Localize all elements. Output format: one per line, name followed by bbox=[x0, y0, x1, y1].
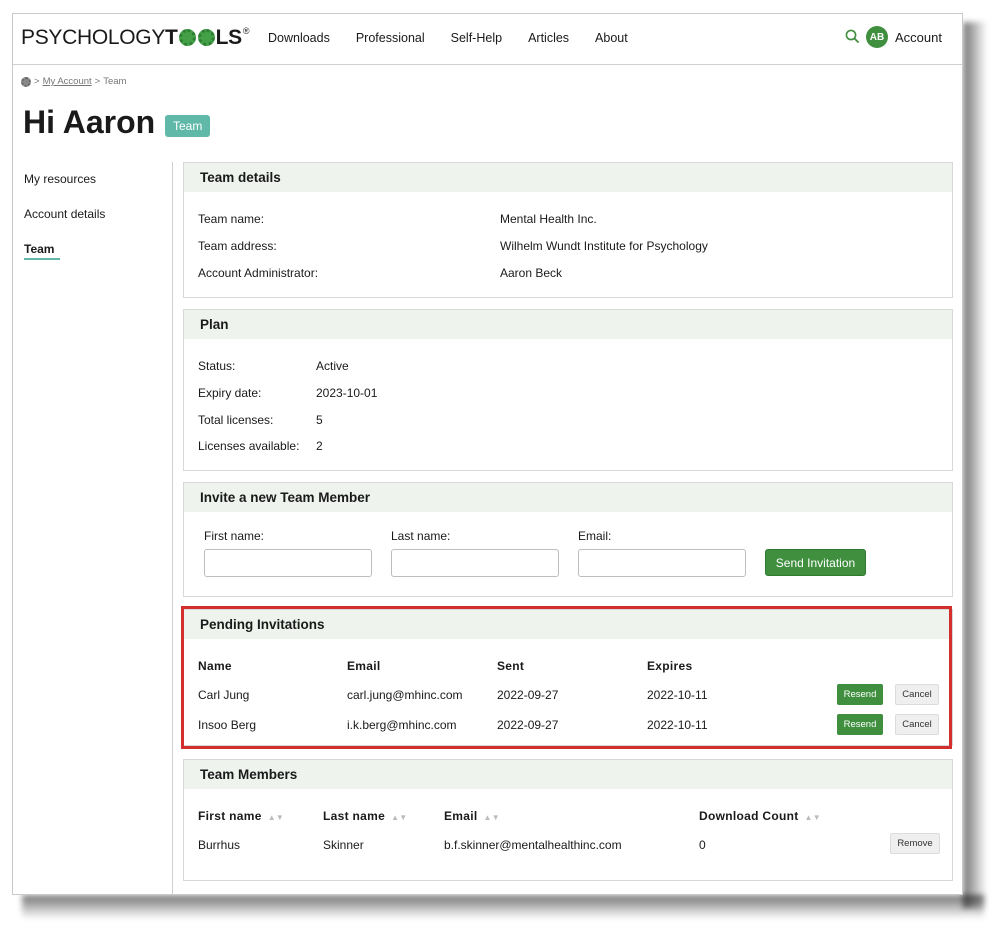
sidebar-item-my-resources[interactable]: My resources bbox=[24, 172, 174, 207]
member-last-name: Skinner bbox=[323, 838, 364, 852]
sidebar-divider bbox=[172, 162, 173, 894]
nav-professional[interactable]: Professional bbox=[356, 31, 425, 45]
gear-icon bbox=[178, 29, 196, 46]
nav-self-help[interactable]: Self-Help bbox=[451, 31, 502, 45]
browser-page: PSYCHOLOGY T LS ® Downloads Professional… bbox=[12, 13, 963, 895]
team-details-panel: Team details Team name: Mental Health In… bbox=[183, 162, 953, 298]
cancel-button[interactable]: Cancel bbox=[895, 714, 939, 735]
logo-letter-t: T bbox=[165, 26, 178, 49]
breadcrumb: > My Account > Team bbox=[21, 76, 126, 87]
site-logo[interactable]: PSYCHOLOGY T LS ® bbox=[21, 26, 249, 50]
column-header-label: Email bbox=[444, 809, 478, 823]
cancel-button[interactable]: Cancel bbox=[895, 684, 939, 705]
resend-button[interactable]: Resend bbox=[837, 714, 883, 735]
account-link[interactable]: Account bbox=[895, 30, 942, 45]
column-header-label: Last name bbox=[323, 809, 386, 823]
email-input[interactable] bbox=[578, 549, 746, 577]
invite-email: i.k.berg@mhinc.com bbox=[347, 718, 457, 732]
breadcrumb-current: Team bbox=[103, 76, 127, 87]
breadcrumb-my-account[interactable]: My Account bbox=[43, 76, 92, 87]
column-header-email: Email bbox=[347, 659, 381, 673]
column-header-first-name[interactable]: First name ▲▼ bbox=[198, 809, 284, 823]
total-licenses-label: Total licenses: bbox=[198, 413, 274, 427]
gear-icon bbox=[197, 29, 215, 46]
logo-text-right: T LS bbox=[165, 26, 242, 50]
member-download-count: 0 bbox=[699, 838, 706, 852]
breadcrumb-separator: > bbox=[34, 76, 40, 87]
nav-downloads[interactable]: Downloads bbox=[268, 31, 330, 45]
sidebar-item-account-details[interactable]: Account details bbox=[24, 207, 174, 242]
column-header-download-count[interactable]: Download Count ▲▼ bbox=[699, 809, 821, 823]
column-header-sent: Sent bbox=[497, 659, 525, 673]
member-email: b.f.skinner@mentalhealthinc.com bbox=[444, 838, 622, 852]
team-badge: Team bbox=[165, 115, 211, 137]
panel-heading: Plan bbox=[184, 310, 952, 339]
expiry-date-value: 2023-10-01 bbox=[316, 386, 378, 400]
invite-name: Carl Jung bbox=[198, 688, 250, 702]
invite-sent: 2022-09-27 bbox=[497, 688, 559, 702]
first-name-input[interactable] bbox=[204, 549, 372, 577]
invite-email: carl.jung@mhinc.com bbox=[347, 688, 463, 702]
email-label: Email: bbox=[578, 529, 612, 543]
last-name-input[interactable] bbox=[391, 549, 559, 577]
resend-button[interactable]: Resend bbox=[837, 684, 883, 705]
sort-icon[interactable]: ▲▼ bbox=[268, 813, 284, 822]
registered-mark: ® bbox=[242, 26, 250, 36]
main-nav: Downloads Professional Self-Help Article… bbox=[268, 31, 654, 45]
send-invitation-button[interactable]: Send Invitation bbox=[765, 549, 866, 576]
team-address-label: Team address: bbox=[198, 239, 277, 253]
pending-invitations-panel: Pending Invitations Name Email Sent Expi… bbox=[183, 609, 953, 746]
panel-heading: Team Members bbox=[184, 760, 952, 789]
column-header-label: First name bbox=[198, 809, 262, 823]
invite-expires: 2022-10-11 bbox=[647, 688, 708, 702]
column-header-name: Name bbox=[198, 659, 232, 673]
active-indicator bbox=[24, 258, 60, 260]
panel-heading: Invite a new Team Member bbox=[184, 483, 952, 512]
column-header-email[interactable]: Email ▲▼ bbox=[444, 809, 500, 823]
breadcrumb-separator: > bbox=[94, 76, 101, 87]
total-licenses-value: 5 bbox=[316, 413, 323, 427]
status-value: Active bbox=[316, 359, 349, 373]
licenses-available-label: Licenses available: bbox=[198, 439, 300, 453]
team-name-value: Mental Health Inc. bbox=[500, 212, 597, 226]
expiry-date-label: Expiry date: bbox=[198, 386, 262, 400]
panel-heading: Team details bbox=[184, 163, 952, 192]
search-icon[interactable] bbox=[845, 29, 859, 43]
gear-icon[interactable] bbox=[21, 76, 31, 87]
remove-button[interactable]: Remove bbox=[890, 833, 940, 854]
invite-panel: Invite a new Team Member First name: Las… bbox=[183, 482, 953, 597]
avatar[interactable]: AB bbox=[866, 26, 888, 48]
member-first-name: Burrhus bbox=[198, 838, 241, 852]
invite-sent: 2022-09-27 bbox=[497, 718, 559, 732]
sort-icon[interactable]: ▲▼ bbox=[391, 813, 407, 822]
window-shadow-right bbox=[963, 22, 987, 908]
team-members-panel: Team Members First name ▲▼ Last name ▲▼ Em… bbox=[183, 759, 953, 881]
account-admin-label: Account Administrator: bbox=[198, 266, 319, 280]
plan-panel: Plan Status: Active Expiry date: 2023-10… bbox=[183, 309, 953, 471]
sidebar: My resources Account details Team bbox=[24, 172, 174, 260]
site-header: PSYCHOLOGY T LS ® Downloads Professional… bbox=[13, 14, 962, 65]
account-admin-value: Aaron Beck bbox=[500, 266, 563, 280]
sort-icon[interactable]: ▲▼ bbox=[805, 813, 821, 822]
column-header-label: Download Count bbox=[699, 809, 799, 823]
page-title: Hi Aaron bbox=[23, 104, 156, 140]
column-header-last-name[interactable]: Last name ▲▼ bbox=[323, 809, 408, 823]
nav-articles[interactable]: Articles bbox=[528, 31, 569, 45]
last-name-label: Last name: bbox=[391, 529, 451, 543]
panel-heading: Pending Invitations bbox=[184, 610, 952, 639]
nav-about[interactable]: About bbox=[595, 31, 628, 45]
window-shadow-bottom bbox=[22, 895, 984, 919]
column-header-expires: Expires bbox=[647, 659, 693, 673]
invite-expires: 2022-10-11 bbox=[647, 718, 708, 732]
team-name-label: Team name: bbox=[198, 212, 265, 226]
first-name-label: First name: bbox=[204, 529, 265, 543]
invite-name: Insoo Berg bbox=[198, 718, 257, 732]
logo-letters-ls: LS bbox=[215, 26, 243, 49]
sort-icon[interactable]: ▲▼ bbox=[484, 813, 500, 822]
status-label: Status: bbox=[198, 359, 236, 373]
logo-text-left: PSYCHOLOGY bbox=[21, 26, 166, 49]
licenses-available-value: 2 bbox=[316, 439, 323, 453]
team-address-value: Wilhelm Wundt Institute for Psychology bbox=[500, 239, 708, 253]
